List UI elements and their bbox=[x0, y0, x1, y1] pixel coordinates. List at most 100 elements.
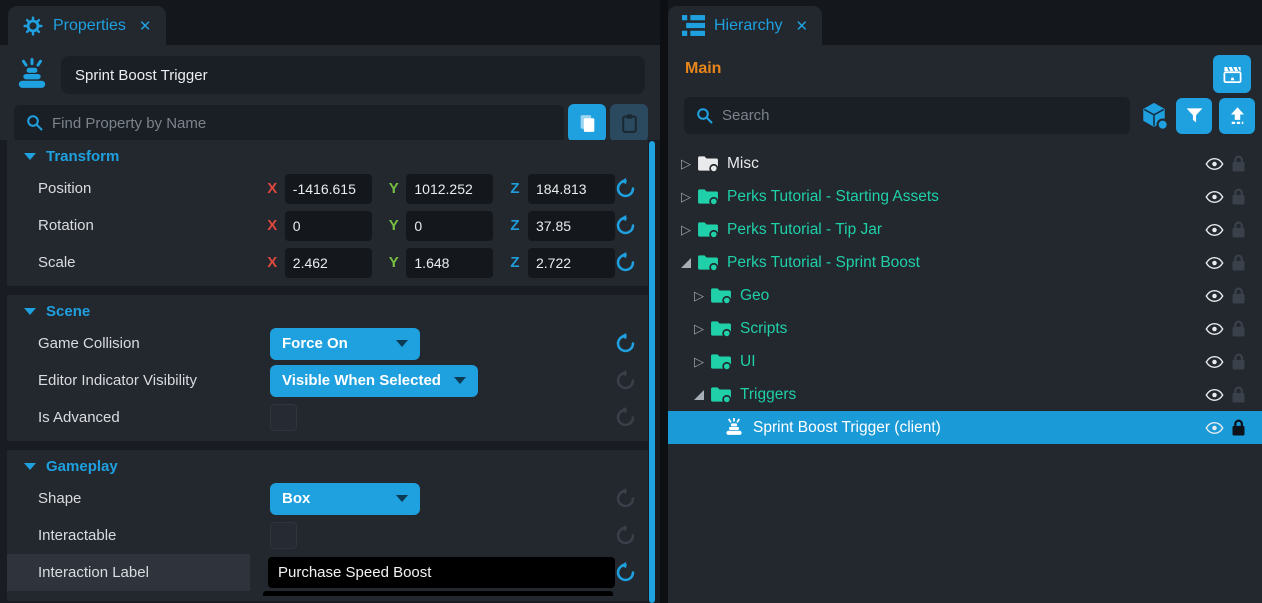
visibility-eye-icon[interactable] bbox=[1205, 322, 1224, 336]
copy-properties-button[interactable] bbox=[568, 104, 606, 142]
tree-row[interactable]: ▷ Scripts bbox=[668, 312, 1262, 345]
expand-caret-icon[interactable] bbox=[678, 258, 694, 268]
rotation-y-input[interactable] bbox=[406, 211, 493, 241]
rotation-z-input[interactable] bbox=[528, 211, 615, 241]
reset-game-collision-button[interactable] bbox=[615, 333, 636, 354]
expand-caret-icon[interactable]: ▷ bbox=[691, 354, 707, 370]
hierarchy-search-box bbox=[684, 97, 1130, 134]
expand-caret-icon[interactable]: ▷ bbox=[691, 288, 707, 304]
hierarchy-tree: ▷ Misc ▷ bbox=[668, 147, 1262, 444]
property-label: Shape bbox=[38, 490, 257, 507]
position-y-input[interactable] bbox=[406, 174, 493, 204]
axis-z-label: Z bbox=[510, 217, 523, 234]
visibility-eye-icon[interactable] bbox=[1205, 289, 1224, 303]
reset-icon bbox=[615, 333, 636, 354]
reset-scale-button[interactable] bbox=[615, 252, 636, 273]
reset-icon bbox=[615, 488, 636, 509]
tab-properties[interactable]: Properties ✕ bbox=[8, 6, 166, 45]
game-collision-dropdown[interactable]: Force On bbox=[270, 328, 420, 360]
scale-y-input[interactable] bbox=[406, 248, 493, 278]
scale-z-input[interactable] bbox=[528, 248, 615, 278]
property-label: Game Collision bbox=[38, 335, 257, 352]
reset-interactable-button[interactable] bbox=[615, 525, 636, 546]
visibility-eye-icon[interactable] bbox=[1205, 256, 1224, 270]
section-collapse-caret-icon[interactable] bbox=[24, 463, 36, 470]
section-collapse-caret-icon[interactable] bbox=[24, 153, 36, 160]
reset-is-advanced-button[interactable] bbox=[615, 407, 636, 428]
lock-icon[interactable] bbox=[1231, 418, 1246, 437]
tree-row[interactable]: ▷ Misc bbox=[668, 147, 1262, 180]
editor-indicator-dropdown[interactable]: Visible When Selected bbox=[270, 365, 478, 397]
lock-icon[interactable] bbox=[1231, 253, 1246, 272]
property-label: Scale bbox=[38, 254, 250, 271]
find-property-input[interactable] bbox=[14, 105, 564, 142]
interaction-label-input[interactable] bbox=[268, 557, 615, 588]
tree-row[interactable]: ▷ UI bbox=[668, 345, 1262, 378]
tree-row[interactable]: Triggers bbox=[668, 378, 1262, 411]
properties-scrollbar[interactable] bbox=[649, 141, 655, 603]
hierarchy-panel: Hierarchy ✕ Main bbox=[668, 0, 1262, 603]
visibility-eye-icon[interactable] bbox=[1205, 388, 1224, 402]
lock-icon[interactable] bbox=[1231, 187, 1246, 206]
reset-icon bbox=[615, 252, 636, 273]
tree-row[interactable]: Sprint Boost Trigger (client) bbox=[668, 411, 1262, 444]
lock-icon[interactable] bbox=[1231, 154, 1246, 173]
lock-icon[interactable] bbox=[1231, 286, 1246, 305]
hierarchy-search-input[interactable] bbox=[684, 97, 1130, 134]
tree-row[interactable]: ▷ Perks Tutorial - Tip Jar bbox=[668, 213, 1262, 246]
tree-row[interactable]: ▷ Geo bbox=[668, 279, 1262, 312]
find-property-box bbox=[14, 105, 564, 142]
expand-caret-icon[interactable]: ▷ bbox=[678, 222, 694, 238]
object-name-input[interactable] bbox=[61, 56, 645, 94]
object-name-row bbox=[14, 53, 645, 97]
lock-icon[interactable] bbox=[1231, 352, 1246, 371]
axis-x-label: X bbox=[267, 180, 280, 197]
filter-button[interactable] bbox=[1176, 98, 1212, 134]
reset-editor-indicator-button[interactable] bbox=[615, 370, 636, 391]
scene-settings-button[interactable] bbox=[1213, 55, 1251, 93]
lock-icon[interactable] bbox=[1231, 220, 1246, 239]
expand-caret-icon[interactable]: ▷ bbox=[678, 189, 694, 205]
reset-shape-button[interactable] bbox=[615, 488, 636, 509]
paste-properties-button[interactable] bbox=[610, 104, 648, 142]
reset-interaction-label-button[interactable] bbox=[615, 562, 636, 583]
tree-row[interactable]: Perks Tutorial - Sprint Boost bbox=[668, 246, 1262, 279]
property-label: Interaction Label bbox=[38, 564, 255, 581]
lock-icon[interactable] bbox=[1231, 385, 1246, 404]
property-row-shape: Shape Box bbox=[7, 480, 648, 517]
close-icon[interactable]: ✕ bbox=[139, 17, 152, 35]
position-x-input[interactable] bbox=[285, 174, 372, 204]
tree-row[interactable]: ▷ Perks Tutorial - Starting Assets bbox=[668, 180, 1262, 213]
rotation-x-input[interactable] bbox=[285, 211, 372, 241]
visibility-eye-icon[interactable] bbox=[1205, 421, 1224, 435]
section-collapse-caret-icon[interactable] bbox=[24, 308, 36, 315]
is-advanced-checkbox[interactable] bbox=[270, 404, 297, 431]
expand-caret-icon[interactable] bbox=[691, 390, 707, 400]
lock-icon[interactable] bbox=[1231, 319, 1246, 338]
reset-position-button[interactable] bbox=[615, 178, 636, 199]
tab-hierarchy[interactable]: Hierarchy ✕ bbox=[668, 6, 822, 45]
close-icon[interactable]: ✕ bbox=[795, 17, 808, 35]
interactable-checkbox[interactable] bbox=[270, 522, 297, 549]
properties-panel: Properties ✕ bbox=[0, 0, 660, 603]
position-z-input[interactable] bbox=[528, 174, 615, 204]
item-icon bbox=[723, 418, 745, 437]
visibility-eye-icon[interactable] bbox=[1205, 190, 1224, 204]
chevron-down-icon bbox=[396, 495, 408, 502]
next-field-peek bbox=[263, 591, 613, 596]
visibility-eye-icon[interactable] bbox=[1205, 223, 1224, 237]
hierarchy-search-row bbox=[684, 97, 1251, 134]
shape-dropdown[interactable]: Box bbox=[270, 483, 420, 515]
network-cube-icon[interactable] bbox=[1139, 101, 1169, 131]
expand-caret-icon[interactable]: ▷ bbox=[691, 321, 707, 337]
property-row-editor-indicator: Editor Indicator Visibility Visible When… bbox=[7, 362, 648, 399]
scale-x-input[interactable] bbox=[285, 248, 372, 278]
axis-z-label: Z bbox=[510, 180, 523, 197]
property-label: Rotation bbox=[38, 217, 250, 234]
reset-rotation-button[interactable] bbox=[615, 215, 636, 236]
publish-upload-button[interactable] bbox=[1219, 98, 1255, 134]
visibility-eye-icon[interactable] bbox=[1205, 355, 1224, 369]
item-label: Misc bbox=[727, 155, 759, 173]
expand-caret-icon[interactable]: ▷ bbox=[678, 156, 694, 172]
visibility-eye-icon[interactable] bbox=[1205, 157, 1224, 171]
